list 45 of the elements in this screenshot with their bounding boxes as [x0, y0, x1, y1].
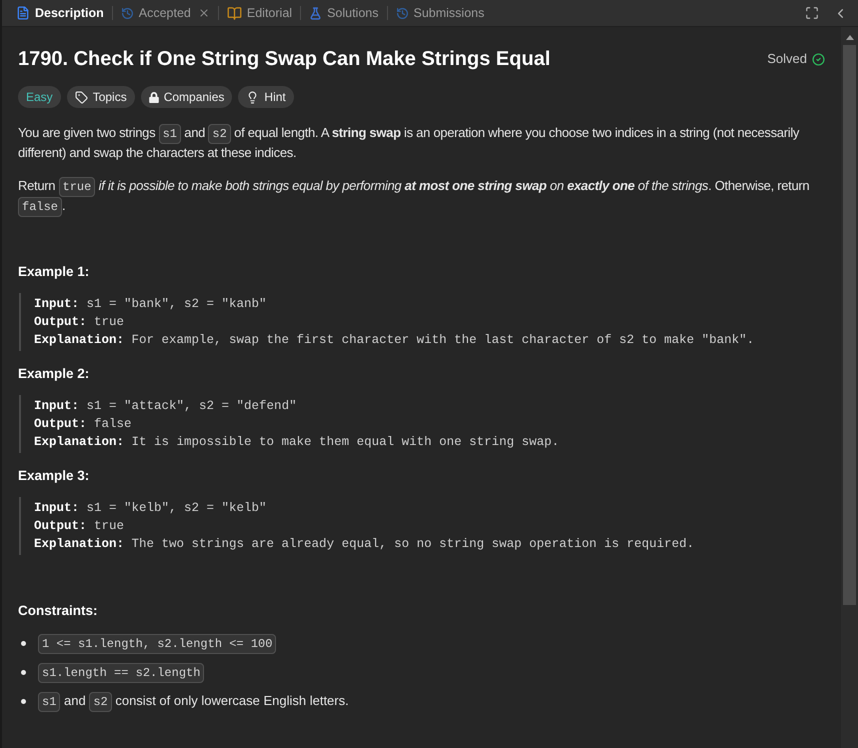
example-line: Output: true — [34, 314, 126, 331]
difficulty-badge: Easy — [18, 86, 61, 108]
tab[interactable]: Accepted — [118, 2, 212, 24]
tab[interactable]: Submissions — [394, 2, 486, 24]
document-icon — [16, 6, 30, 20]
example-line: Output: false — [34, 416, 133, 433]
constraint-text: s1 and s2 consist of only lowercase English letters. — [38, 691, 349, 711]
tag-button[interactable]: Companies — [140, 86, 232, 108]
history-icon — [120, 6, 134, 20]
example-line: Output: true — [34, 518, 126, 535]
bullet-icon — [21, 640, 26, 646]
tag-button[interactable]: Topics — [66, 86, 135, 108]
flask-icon — [309, 6, 322, 20]
history-icon — [396, 6, 408, 20]
book-icon — [226, 6, 242, 20]
fullscreen-icon[interactable] — [805, 6, 819, 20]
tag-button[interactable]: Hint — [238, 86, 294, 108]
scroll-up-arrow-icon[interactable] — [846, 35, 854, 40]
scrollbar-thumb[interactable] — [843, 45, 856, 605]
tag-icon — [74, 90, 88, 104]
constraint-code: s1.length == s2.length — [38, 662, 204, 682]
example-line: Explanation: The two strings are already equal, so no string swap operation is required. — [34, 536, 696, 553]
example-line: Input: s1 = "attack", s2 = "defend" — [34, 398, 298, 415]
tab[interactable]: Solutions — [307, 2, 380, 24]
example-line: Explanation: For example, swap the first character with the last character of s2 to make "bank". — [34, 332, 756, 349]
tab[interactable]: Editorial — [224, 2, 294, 24]
constraints-heading: Constraints: — [18, 602, 99, 620]
bullet-icon — [21, 670, 26, 674]
lock-icon — [148, 92, 159, 102]
problem-title: 1790. Check if One String Swap Can Make Strings Equal — [18, 47, 550, 72]
example-line: Input: s1 = "kelb", s2 = "kelb" — [34, 500, 268, 517]
example-heading: Example 3: — [18, 467, 90, 485]
bullet-icon — [21, 698, 26, 704]
example-line: Input: s1 = "bank", s2 = "kanb" — [34, 296, 268, 313]
example-heading: Example 2: — [18, 365, 90, 383]
description-paragraph: Return true if it is possible to make both strings equal by performing at most one string swap on exactly one of the strings. Otherwise, return false . — [18, 176, 825, 216]
close-icon[interactable] — [198, 7, 210, 19]
constraint-code: 1 <= s1.length, s2.length <= 100 — [38, 633, 276, 653]
check-circle-icon — [812, 52, 825, 66]
solved-status: Solved — [767, 50, 807, 68]
lightbulb-icon — [246, 90, 260, 104]
example-heading: Example 1: — [18, 263, 90, 281]
example-line: Explanation: It is impossible to make them equal with one string swap. — [34, 434, 560, 451]
description-paragraph: You are given two strings s1 and s2 of equal length. A string swap is an operation where you choose two indices in a string (not necessarily different) and swap the characters at these indices. — [18, 123, 800, 162]
tab[interactable]: Description — [14, 2, 106, 24]
